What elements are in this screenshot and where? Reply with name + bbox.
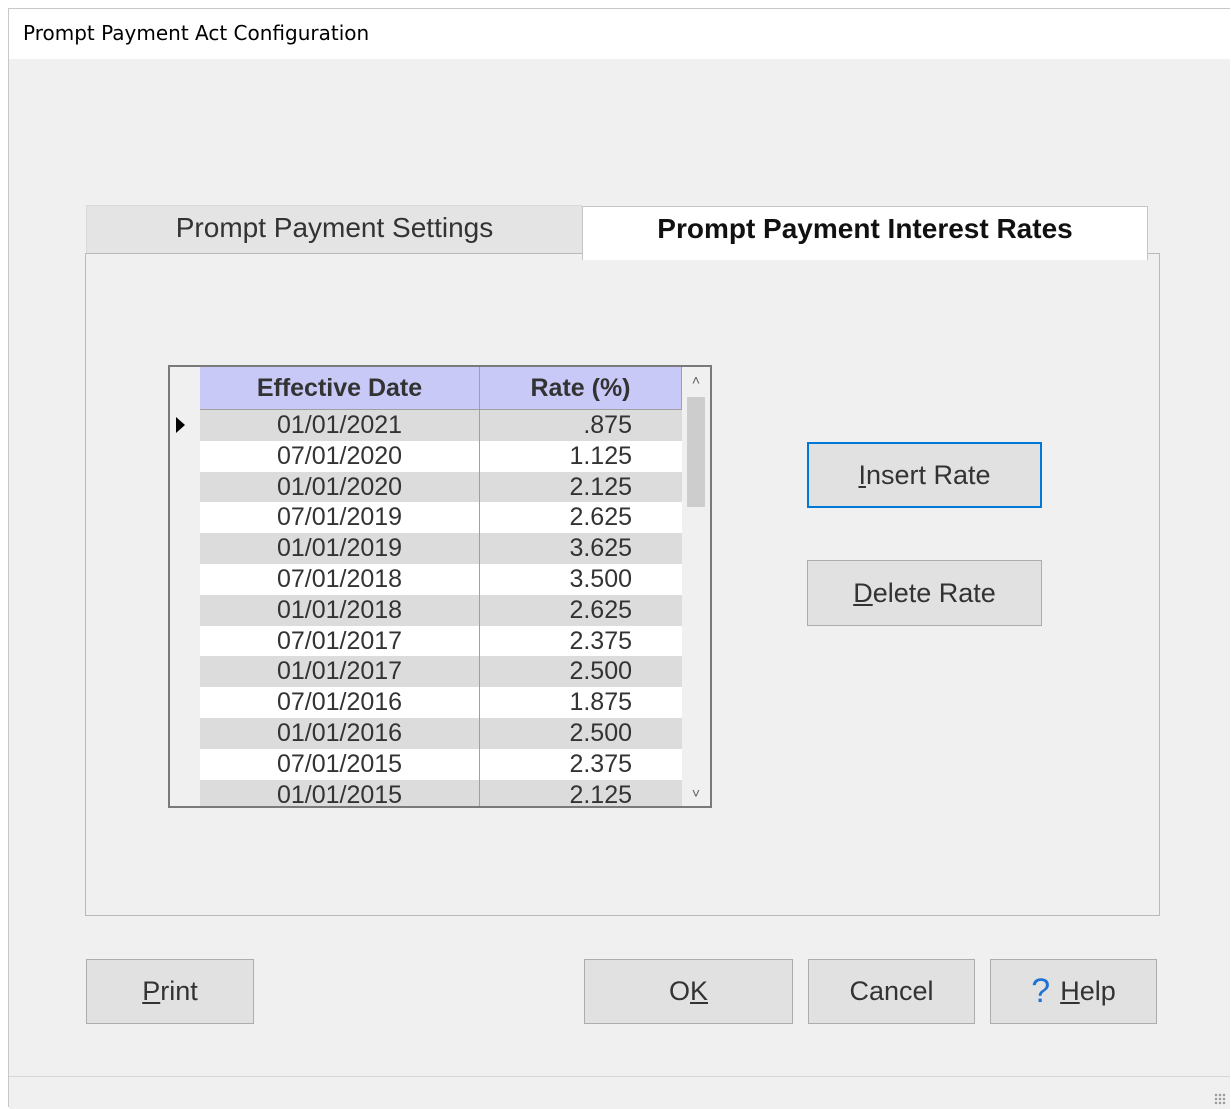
cell-effective-date[interactable]: 07/01/2019 bbox=[200, 502, 480, 534]
vertical-scrollbar[interactable]: ˄ ˅ bbox=[682, 367, 710, 806]
status-bar bbox=[9, 1076, 1230, 1109]
delete-rate-button[interactable]: Delete Rate bbox=[807, 560, 1042, 626]
cell-effective-date[interactable]: 01/01/2021 bbox=[200, 410, 480, 441]
table-row[interactable]: 01/01/2020 2.125 bbox=[200, 471, 682, 503]
title-bar: Prompt Payment Act Configuration bbox=[9, 9, 1230, 59]
column-header-effective-date[interactable]: Effective Date bbox=[200, 367, 480, 410]
table-row[interactable]: 01/01/2021.875 bbox=[200, 410, 682, 441]
cell-effective-date[interactable]: 07/01/2015 bbox=[200, 748, 480, 780]
ok-button[interactable]: OK bbox=[584, 959, 793, 1024]
table-row[interactable]: 07/01/2019 2.625 bbox=[200, 502, 682, 534]
table-row[interactable]: 01/01/2017 2.500 bbox=[200, 656, 682, 688]
table-row[interactable]: 01/01/2016 2.500 bbox=[200, 717, 682, 749]
scrollbar-thumb[interactable] bbox=[687, 397, 705, 507]
cell-rate[interactable]: 2.375 bbox=[480, 749, 682, 780]
cell-effective-date[interactable]: 07/01/2018 bbox=[200, 563, 480, 595]
scroll-down-icon[interactable]: ˅ bbox=[682, 780, 710, 806]
cell-rate[interactable]: 2.125 bbox=[480, 472, 682, 503]
cell-rate[interactable]: 3.500 bbox=[480, 564, 682, 595]
table-row[interactable]: 07/01/2018 3.500 bbox=[200, 563, 682, 595]
tab-prompt-payment-interest-rates[interactable]: Prompt Payment Interest Rates bbox=[582, 206, 1148, 260]
ok-label: O bbox=[668, 976, 690, 1006]
cell-effective-date[interactable]: 01/01/2019 bbox=[200, 533, 480, 564]
help-label: elp bbox=[1079, 976, 1116, 1006]
scroll-up-icon[interactable]: ˄ bbox=[682, 367, 710, 393]
insert-rate-mnemonic: I bbox=[858, 460, 866, 490]
cell-effective-date[interactable]: 07/01/2017 bbox=[200, 625, 480, 657]
cell-rate[interactable]: 1.125 bbox=[480, 441, 682, 472]
table-row[interactable]: 07/01/2017 2.375 bbox=[200, 625, 682, 657]
help-mnemonic: H bbox=[1060, 976, 1080, 1006]
cell-rate[interactable]: 2.500 bbox=[480, 718, 682, 749]
table-row[interactable]: 01/01/2015 2.125 bbox=[200, 779, 682, 806]
print-button[interactable]: Print bbox=[86, 959, 254, 1024]
table-row[interactable]: 07/01/2020 1.125 bbox=[200, 440, 682, 472]
table-row[interactable]: 01/01/2019 3.625 bbox=[200, 533, 682, 564]
ok-mnemonic: K bbox=[690, 976, 709, 1006]
cell-effective-date[interactable]: 01/01/2016 bbox=[200, 717, 480, 749]
table-row[interactable]: 07/01/2016 1.875 bbox=[200, 687, 682, 718]
window-title: Prompt Payment Act Configuration bbox=[23, 21, 370, 45]
help-icon: ? bbox=[1031, 972, 1051, 1010]
table-row[interactable]: 07/01/2015 2.375 bbox=[200, 748, 682, 780]
row-selector-column bbox=[170, 367, 201, 806]
cancel-button[interactable]: Cancel bbox=[808, 959, 975, 1024]
insert-rate-label: nsert Rate bbox=[865, 460, 991, 490]
column-header-rate[interactable]: Rate (%) bbox=[480, 367, 682, 410]
help-button[interactable]: ? Help bbox=[990, 959, 1157, 1024]
tab-prompt-payment-settings[interactable]: Prompt Payment Settings bbox=[86, 205, 582, 253]
cell-effective-date[interactable]: 01/01/2018 bbox=[200, 594, 480, 626]
cell-rate[interactable]: 2.500 bbox=[480, 656, 682, 687]
grid-rows: 01/01/2021.875 07/01/2020 1.125 01/01/2020 2… bbox=[200, 410, 682, 806]
interest-rates-grid[interactable]: Effective Date Rate (%) 01/01/2021.875 07… bbox=[168, 365, 712, 808]
table-row[interactable]: 01/01/2018 2.625 bbox=[200, 594, 682, 626]
cell-effective-date[interactable]: 01/01/2017 bbox=[200, 656, 480, 688]
cell-effective-date[interactable]: 07/01/2020 bbox=[200, 440, 480, 472]
delete-rate-mnemonic: D bbox=[853, 578, 873, 608]
resize-grip-icon[interactable] bbox=[1214, 1093, 1226, 1105]
print-label: rint bbox=[160, 976, 198, 1006]
cell-rate[interactable]: 2.625 bbox=[480, 595, 682, 626]
dialog-window: Prompt Payment Act Configuration Prompt … bbox=[8, 8, 1230, 1109]
current-row-indicator-icon bbox=[176, 417, 185, 433]
cell-effective-date[interactable]: 07/01/2016 bbox=[200, 687, 480, 718]
insert-rate-button[interactable]: Insert Rate bbox=[807, 442, 1042, 508]
delete-rate-label: elete Rate bbox=[872, 578, 996, 608]
cell-rate[interactable]: 2.125 bbox=[480, 780, 682, 806]
cell-effective-date[interactable]: 01/01/2015 bbox=[200, 779, 480, 806]
cell-effective-date[interactable]: 01/01/2020 bbox=[200, 471, 480, 503]
cell-rate[interactable]: 2.625 bbox=[480, 502, 682, 533]
cell-rate[interactable]: .875 bbox=[480, 410, 682, 441]
cell-rate[interactable]: 2.375 bbox=[480, 626, 682, 657]
cell-rate[interactable]: 3.625 bbox=[480, 533, 682, 564]
cell-rate[interactable]: 1.875 bbox=[480, 687, 682, 718]
print-mnemonic: P bbox=[142, 976, 161, 1006]
